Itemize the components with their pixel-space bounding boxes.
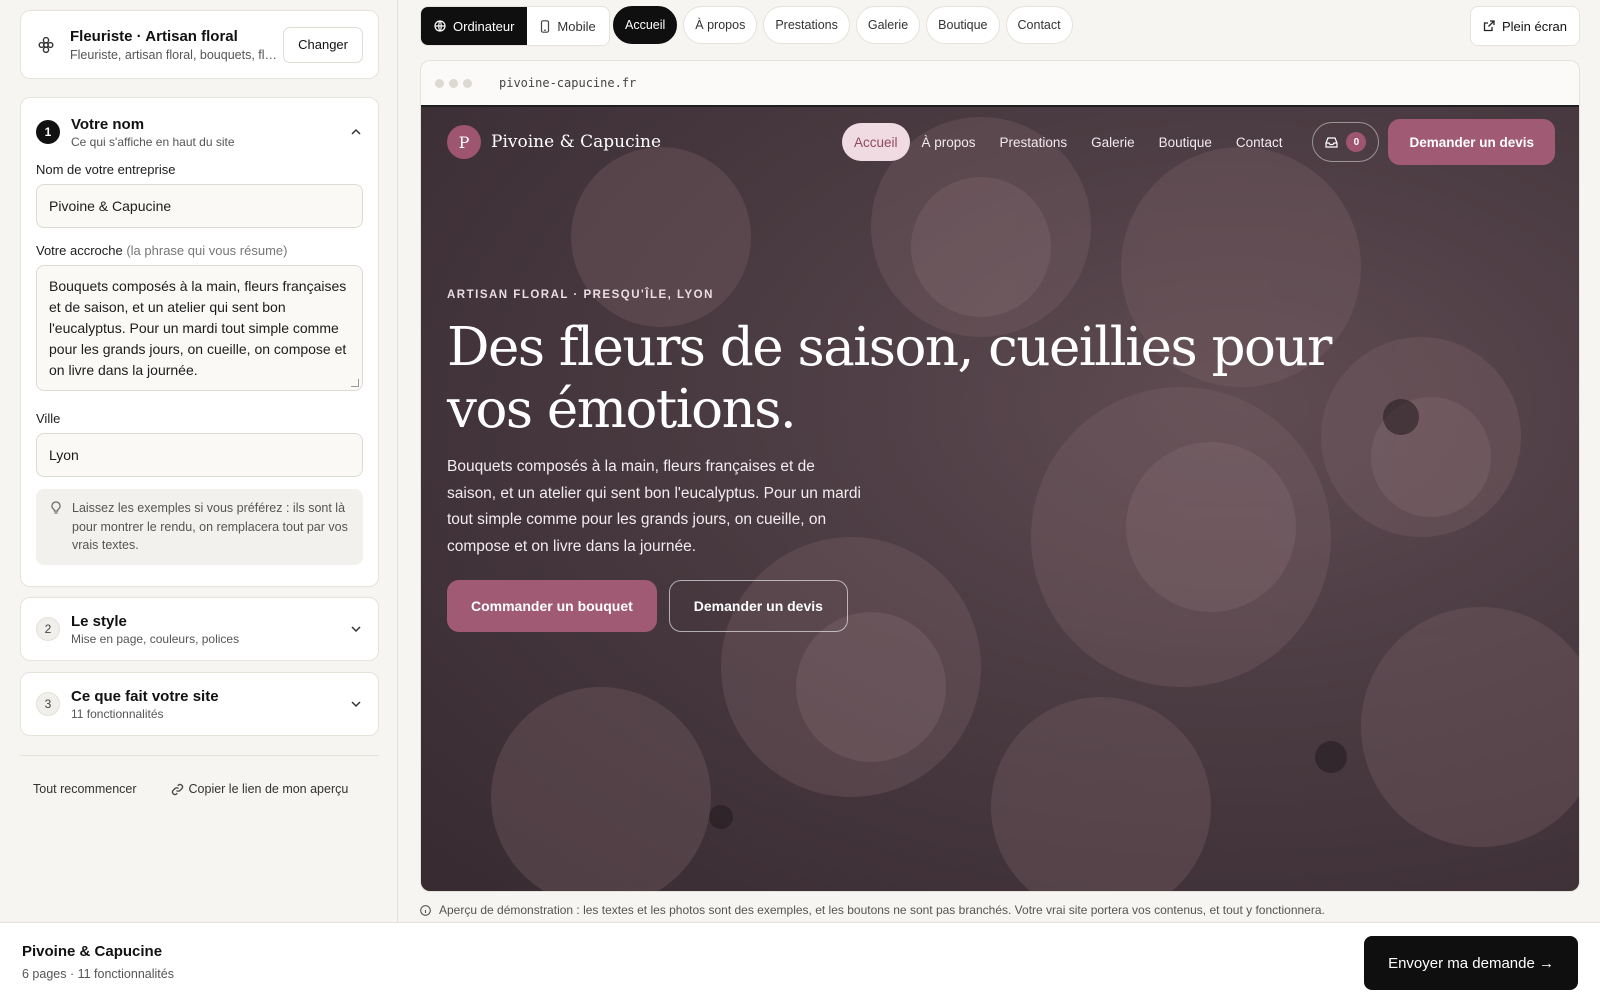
fullscreen-label: Plein écran <box>1501 18 1567 34</box>
tagline-label-text: Votre accroche <box>36 243 123 258</box>
phone-icon <box>541 19 550 33</box>
template-title: Fleuriste · Artisan floral <box>70 27 238 45</box>
demo-notice-text: Aperçu de démonstration : les textes et … <box>439 903 1325 917</box>
step-subtitle: 11 fonctionnalités <box>71 706 164 721</box>
site-name[interactable]: Pivoine & Capucine <box>491 132 661 152</box>
site-nav-boutique[interactable]: Boutique <box>1147 123 1224 161</box>
site-nav-prestations[interactable]: Prestations <box>988 123 1080 161</box>
step-subtitle: Ce qui s'affiche en haut du site <box>71 134 235 149</box>
step-3-panel[interactable]: 3 Ce que fait votre site 11 fonctionnali… <box>20 672 379 736</box>
device-desktop-button[interactable]: Ordinateur <box>421 7 528 45</box>
hero-section: P Pivoine & Capucine Accueil À propos Pr… <box>421 107 1579 891</box>
site-logo[interactable]: P <box>447 125 481 159</box>
fullscreen-button[interactable]: Plein écran <box>1469 6 1580 46</box>
step-title: Votre nom <box>71 115 145 133</box>
project-name: Pivoine & Capucine <box>22 943 163 960</box>
chevron-up-icon[interactable] <box>349 125 363 139</box>
browser-chrome: pivoine-capucine.fr <box>421 61 1579 107</box>
sidebar: Fleuriste · Artisan floral Fleuriste, ar… <box>0 0 398 922</box>
cart-button[interactable]: 0 <box>1312 122 1380 162</box>
window-dot <box>463 78 472 88</box>
tagline-value: Bouquets composés à la main, fleurs fran… <box>49 278 347 378</box>
copy-link-button[interactable]: Copier le lien de mon aperçu <box>171 782 349 796</box>
template-card: Fleuriste · Artisan floral Fleuriste, ar… <box>20 10 379 79</box>
step-subtitle: Mise en page, couleurs, polices <box>71 631 240 646</box>
device-desktop-label: Ordinateur <box>453 18 515 34</box>
inbox-icon <box>1325 136 1339 148</box>
city-input[interactable]: Lyon <box>36 433 363 477</box>
demo-notice: Aperçu de démonstration : les textes et … <box>420 903 1325 917</box>
tab-boutique[interactable]: Boutique <box>926 6 1000 44</box>
preview-toolbar: Ordinateur Mobile Accueil À propos Prest… <box>420 6 1580 46</box>
reset-link[interactable]: Tout recommencer <box>33 782 137 796</box>
tip-box: Laissez les exemples si vous préférez : … <box>36 489 363 565</box>
step-number: 2 <box>36 617 60 641</box>
site-nav-contact[interactable]: Contact <box>1224 123 1295 161</box>
tab-a-propos[interactable]: À propos <box>683 6 758 44</box>
order-bouquet-button[interactable]: Commander un bouquet <box>447 580 657 632</box>
step-title: Le style <box>71 612 127 630</box>
site-nav-galerie[interactable]: Galerie <box>1079 123 1147 161</box>
site-header: P Pivoine & Capucine Accueil À propos Pr… <box>447 119 1555 165</box>
send-request-button[interactable]: Envoyer ma demande → <box>1364 936 1578 990</box>
tagline-textarea[interactable]: Bouquets composés à la main, fleurs fran… <box>36 265 363 391</box>
change-template-button[interactable]: Changer <box>283 26 363 63</box>
tagline-label: Votre accroche (la phrase qui vous résum… <box>36 243 363 258</box>
step-2-panel[interactable]: 2 Le style Mise en page, couleurs, polic… <box>20 597 379 661</box>
tab-accueil[interactable]: Accueil <box>613 6 678 44</box>
project-summary: 6 pages · 11 fonctionnalités <box>22 967 174 981</box>
flower-icon <box>36 35 56 55</box>
device-mobile-button[interactable]: Mobile <box>527 7 608 45</box>
nav-quote-button[interactable]: Demander un devis <box>1388 119 1555 165</box>
step-1-panel: 1 Votre nom Ce qui s'affiche en haut du … <box>20 97 379 587</box>
step-1-header[interactable]: 1 Votre nom Ce qui s'affiche en haut du … <box>21 98 378 162</box>
page-tabs: Accueil À propos Prestations Galerie Bou… <box>613 6 1079 44</box>
link-icon <box>171 783 183 795</box>
lightbulb-icon <box>50 499 64 555</box>
window-dot <box>449 78 458 88</box>
device-toggle: Ordinateur Mobile <box>420 6 610 46</box>
globe-icon <box>434 20 446 32</box>
tab-galerie[interactable]: Galerie <box>855 6 921 44</box>
tip-text: Laissez les exemples si vous préférez : … <box>72 501 348 552</box>
device-mobile-label: Mobile <box>557 18 596 34</box>
hero-kicker: ARTISAN FLORAL · PRESQU'ÎLE, LYON <box>447 289 714 301</box>
site-nav-accueil[interactable]: Accueil <box>841 123 910 161</box>
tab-prestations[interactable]: Prestations <box>763 6 850 44</box>
tab-contact[interactable]: Contact <box>1005 6 1073 44</box>
hero-headline: Des fleurs de saison, cueillies pour vos… <box>447 317 1332 440</box>
copy-link-label: Copier le lien de mon aperçu <box>188 782 349 796</box>
divider <box>20 755 379 756</box>
chevron-down-icon[interactable] <box>349 622 363 636</box>
chevron-down-icon[interactable] <box>349 697 363 711</box>
company-name-input[interactable]: Pivoine & Capucine <box>36 184 363 228</box>
browser-url: pivoine-capucine.fr <box>499 76 637 90</box>
info-icon <box>420 904 431 916</box>
hero-quote-button[interactable]: Demander un devis <box>668 580 848 632</box>
tagline-label-hint: (la phrase qui vous résume) <box>126 243 288 258</box>
step-number: 1 <box>36 120 60 144</box>
site-nav-a-propos[interactable]: À propos <box>910 123 988 161</box>
hero-actions: Commander un bouquet Demander un devis <box>447 580 848 632</box>
step-number: 3 <box>36 692 60 716</box>
site-nav-links: Accueil À propos Prestations Galerie Bou… <box>841 119 1555 165</box>
external-link-icon <box>1483 20 1495 32</box>
city-label: Ville <box>36 411 61 426</box>
step-title: Ce que fait votre site <box>71 687 219 705</box>
cart-count-badge: 0 <box>1346 132 1367 152</box>
footer-bar: Pivoine & Capucine 6 pages · 11 fonction… <box>0 922 1600 1000</box>
hero-lead: Bouquets composés à la main, fleurs fran… <box>447 458 861 555</box>
company-label: Nom de votre entreprise <box>36 162 176 177</box>
resize-handle[interactable] <box>351 379 359 387</box>
template-subtitle: Fleuriste, artisan floral, bouquets, fle… <box>70 47 284 62</box>
browser-preview: pivoine-capucine.fr P Pivoine & Capucine… <box>420 60 1580 892</box>
window-dot <box>435 78 444 88</box>
